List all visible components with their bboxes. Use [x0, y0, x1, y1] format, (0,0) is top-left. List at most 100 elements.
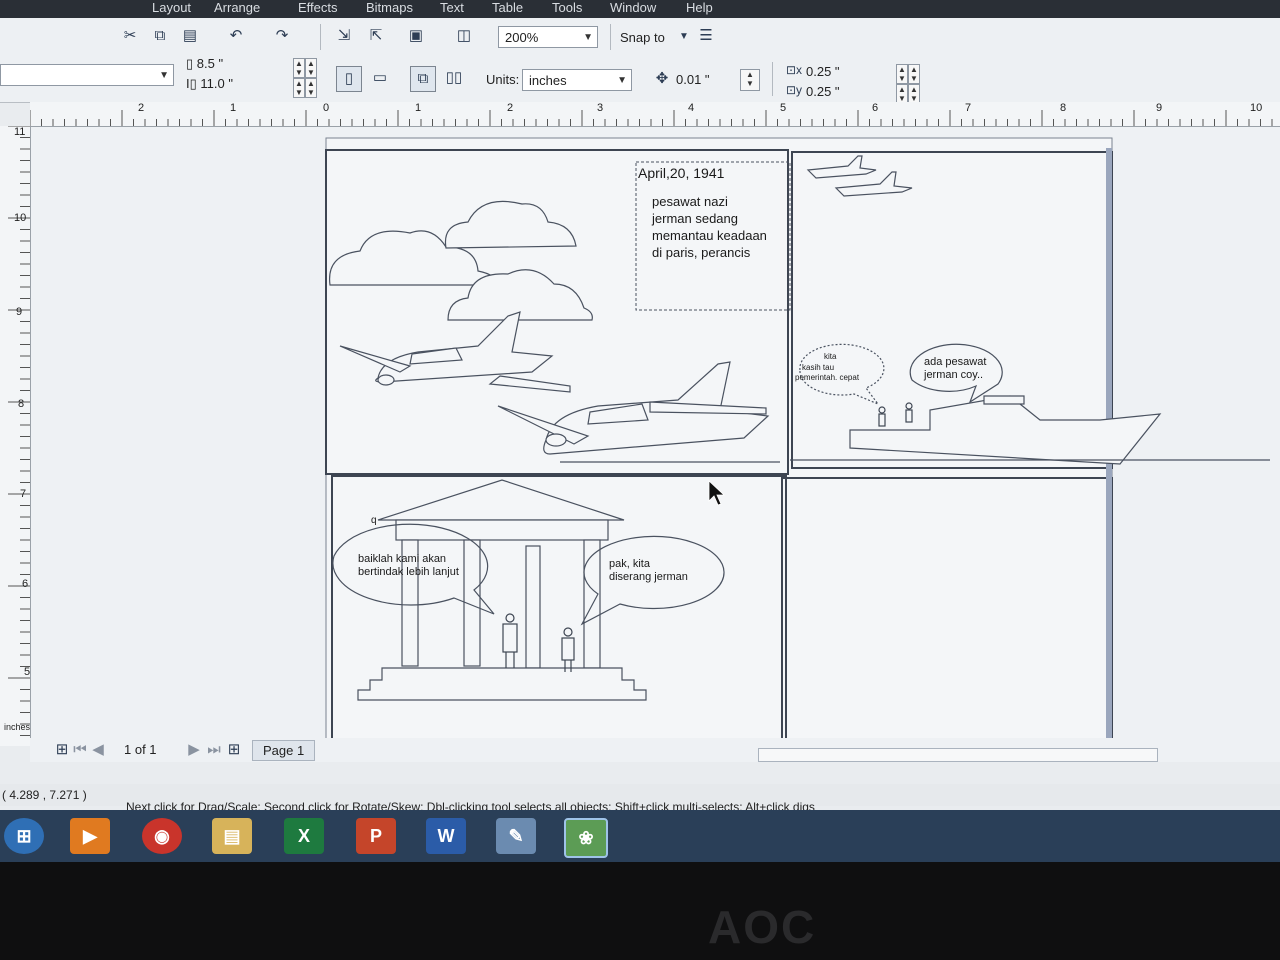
paste-icon[interactable]: ▤ [178, 24, 202, 48]
chevron-down-icon: ▼ [583, 32, 593, 43]
full-screen-preview-icon[interactable]: ◫ [452, 24, 476, 48]
toolbar-separator [320, 24, 321, 50]
ruler-label: 4 [688, 102, 695, 114]
menu-layout[interactable]: Layout [152, 0, 191, 15]
nudge-distance-field[interactable]: 0.01 " [676, 72, 710, 87]
ruler-label: 7 [965, 102, 972, 114]
paint-icon[interactable]: ✎ [496, 818, 536, 854]
property-bar: ▼ ▯ 8.5 " I▯ 11.0 " ▲ ▼ ▲ ▼ ▲ ▼ ▲ ▼ ▯ ▭ ⧉ ▯▯… [0, 56, 1280, 104]
chevron-down-icon[interactable]: ▼ [672, 25, 696, 49]
page-width-field[interactable]: ▯ 8.5 " [186, 56, 223, 72]
menu-window[interactable]: Window [610, 0, 656, 15]
height-icon: I▯ [186, 76, 201, 91]
publish-pdf-icon[interactable]: ▣ [404, 24, 428, 48]
monitor-bezel: AOC [0, 862, 1280, 960]
bubble-text: diserang jerman [609, 571, 688, 583]
vertical-ruler[interactable]: 11 10 9 8 7 6 5 inches [0, 126, 31, 746]
file-explorer-icon[interactable]: ▤ [212, 818, 252, 854]
ruler-label: 9 [16, 306, 23, 318]
ruler-label: 10 [1250, 102, 1263, 114]
page-height-spinner[interactable]: ▲ ▼ [293, 78, 305, 98]
ruler-label: 6 [22, 578, 29, 590]
duplicate-x-field[interactable]: 0.25 " [806, 64, 840, 79]
cursor-coordinates: ( 4.289 , 7.271 ) [2, 788, 87, 802]
ruler-label: 8 [1060, 102, 1067, 114]
duplicate-y-field[interactable]: 0.25 " [806, 84, 840, 99]
bubble-text: baiklah kami akan [358, 553, 446, 565]
caption-line: di paris, perancis [652, 245, 751, 260]
menu-tools[interactable]: Tools [552, 0, 582, 15]
horizontal-ruler[interactable]: 2 1 0 1 2 3 4 5 6 7 8 9 10 [30, 102, 1280, 127]
comic-drawing[interactable]: April,20, 1941 pesawat nazi jerman sedan… [31, 127, 1280, 744]
chevron-down-icon: ▼ [159, 70, 169, 81]
page-width-spinner[interactable]: ▲ ▼ [305, 58, 317, 78]
bubble-text: q [371, 515, 377, 526]
duplicate-y-spinner[interactable]: ▲ ▼ [896, 84, 908, 104]
powerpoint-icon[interactable]: P [356, 818, 396, 854]
ruler-label: 1 [230, 102, 237, 114]
nudge-icon: ✥ [655, 70, 669, 87]
ruler-label: 8 [18, 398, 25, 410]
page-height-spinner[interactable]: ▲ ▼ [305, 78, 317, 98]
menu-arrange[interactable]: Arrange [214, 0, 260, 15]
excel-icon[interactable]: X [284, 818, 324, 854]
chevron-down-icon: ▼ [617, 75, 627, 86]
landscape-icon[interactable]: ▭ [368, 66, 392, 90]
menu-bitmaps[interactable]: Bitmaps [366, 0, 413, 15]
ruler-label: 5 [780, 102, 787, 114]
ruler-ticks [30, 110, 1273, 126]
export-icon[interactable]: ⇱ [364, 24, 388, 48]
ruler-label: 6 [872, 102, 879, 114]
snap-to-button[interactable]: Snap to [620, 30, 665, 45]
bubble-text: kasih tau [802, 363, 834, 372]
ruler-label: 10 [14, 212, 27, 224]
coreldraw-icon[interactable]: ❀ [564, 818, 608, 858]
ruler-label: 1 [415, 102, 422, 114]
menu-text[interactable]: Text [440, 0, 464, 15]
page-width-spinner[interactable]: ▲ ▼ [293, 58, 305, 78]
units-combo[interactable]: inches ▼ [522, 69, 632, 91]
units-value: inches [529, 73, 567, 88]
app-window: Layout Arrange Effects Bitmaps Text Tabl… [0, 0, 1280, 862]
bubble-text: bertindak lebih lanjut [358, 566, 459, 578]
bubble-text: pak, kita [609, 558, 651, 570]
ruler-unit-label: inches [4, 722, 31, 732]
current-page-icon[interactable]: ▯▯ [442, 66, 466, 90]
duplicate-x-spinner[interactable]: ▲ ▼ [908, 64, 920, 84]
copy-icon[interactable]: ⧉ [148, 24, 172, 48]
all-pages-icon[interactable]: ⧉ [410, 66, 436, 92]
bubble-text: pemerintah. cepat [795, 373, 860, 382]
start-icon[interactable]: ⊞ [4, 818, 44, 854]
zoom-level-combo[interactable]: 200% ▼ [498, 26, 598, 48]
word-icon[interactable]: W [426, 818, 466, 854]
undo-icon[interactable]: ↶ [224, 24, 248, 48]
media-player-icon[interactable]: ▶ [70, 818, 110, 854]
page-height-field[interactable]: I▯ 11.0 " [186, 76, 233, 92]
add-page-icon[interactable]: ⊞ [222, 738, 246, 762]
menu-effects[interactable]: Effects [298, 0, 338, 15]
caption-line: pesawat nazi [652, 194, 728, 209]
drawing-canvas[interactable]: April,20, 1941 pesawat nazi jerman sedan… [31, 127, 1280, 744]
cut-icon[interactable]: ✂ [118, 24, 142, 48]
page-size-combo[interactable]: ▼ [0, 64, 174, 86]
status-bar: ( 4.289 , 7.271 ) Next click for Drag/Sc… [0, 784, 1280, 814]
nudge-spinner[interactable]: ▲ ▼ [740, 69, 760, 91]
zoom-level-value: 200% [505, 30, 539, 45]
portrait-icon[interactable]: ▯ [336, 66, 362, 92]
caption-line: memantau keadaan [652, 228, 767, 243]
duplicate-y-spinner[interactable]: ▲ ▼ [908, 84, 920, 104]
ruler-label: 3 [597, 102, 604, 114]
menu-table[interactable]: Table [492, 0, 523, 15]
chrome-icon[interactable]: ◉ [142, 818, 182, 854]
page-tab[interactable]: Page 1 [252, 740, 316, 761]
page-navigator: ⊞ ⏮ ◀ 1 of 1 ▶ ⏭ ⊞ Page 1 [30, 738, 1280, 762]
import-icon[interactable]: ⇲ [332, 24, 356, 48]
menu-help[interactable]: Help [686, 0, 713, 15]
caption-date: April,20, 1941 [638, 165, 725, 181]
bubble-text: ada pesawat [924, 356, 986, 368]
redo-icon[interactable]: ↷ [270, 24, 294, 48]
horizontal-scrollbar[interactable] [758, 748, 1158, 762]
options-icon[interactable]: ☰ [694, 24, 718, 48]
duplicate-x-spinner[interactable]: ▲ ▼ [896, 64, 908, 84]
previous-page-icon[interactable]: ◀ [86, 738, 110, 762]
